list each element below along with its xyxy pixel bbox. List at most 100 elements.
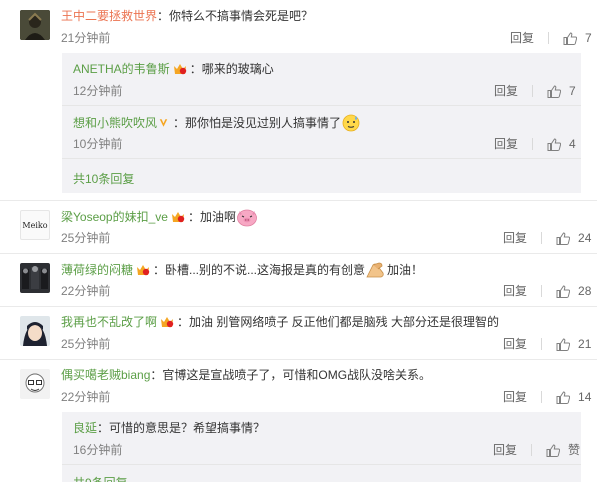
username-link[interactable]: 我再也不乱改了啊 bbox=[61, 315, 157, 329]
avatar-text: Meiko bbox=[22, 220, 48, 230]
reply-actions: 回复 4 bbox=[494, 136, 576, 152]
like-button[interactable]: 28 bbox=[556, 283, 591, 299]
like-button[interactable]: 21 bbox=[556, 336, 591, 352]
reply-divider bbox=[62, 158, 581, 159]
like-count: 4 bbox=[569, 137, 576, 151]
username-link[interactable]: 王中二要拯救世界 bbox=[61, 9, 157, 23]
like-button[interactable]: 24 bbox=[556, 230, 591, 246]
like-count: 7 bbox=[569, 84, 576, 98]
comment-line: 我再也不乱改了啊 ：加油 别管网络喷子 反正他们都是脑残 大部分还是很理智的 bbox=[61, 313, 499, 331]
action-divider bbox=[541, 391, 543, 403]
like-count: 7 bbox=[585, 31, 592, 45]
reply-text: ：那你怕是没见过别人搞事情了 bbox=[173, 116, 342, 130]
comment-actions: 回复 28 bbox=[503, 283, 591, 299]
comment-text: ：官博这是宣战喷子了，可惜和OMG战队没啥关系。 bbox=[150, 368, 432, 382]
like-button[interactable]: 7 bbox=[563, 30, 592, 46]
comment-actions: 回复 21 bbox=[503, 336, 591, 352]
like-label: 赞 bbox=[568, 443, 581, 457]
action-divider bbox=[532, 138, 534, 150]
more-replies-link[interactable]: 共9条回复 bbox=[73, 474, 128, 482]
comment-text: ：加油啊 bbox=[187, 210, 236, 224]
emoji-pig-icon bbox=[237, 209, 257, 227]
username-link[interactable]: ANETHA的韦鲁斯 bbox=[73, 62, 170, 76]
comment-text-extra: 加油！ bbox=[387, 263, 424, 277]
comment-actions: 回复 24 bbox=[503, 230, 591, 246]
username-link[interactable]: 偶买噶老贼biang bbox=[61, 368, 150, 382]
thumbs-up-icon bbox=[547, 84, 562, 98]
like-count: 24 bbox=[578, 231, 592, 245]
comment-item: Meiko 梁Yoseop的妹扣_ve ：加油啊 25分钟前 回复 24 bbox=[0, 200, 597, 253]
comment-text: ：你特么不搞事情会死是吧？ bbox=[157, 9, 314, 23]
avatar[interactable] bbox=[20, 316, 50, 346]
action-divider bbox=[541, 338, 543, 350]
reply-item: 想和小熊吹吹风 ：那你怕是没见过别人搞事情了 10分钟前 回复 4 bbox=[62, 106, 581, 158]
reply-item: ANETHA的韦鲁斯 ：哪来的玻璃心 12分钟前 回复 7 bbox=[62, 53, 581, 105]
comment-item: 我再也不乱改了啊 ：加油 别管网络喷子 反正他们都是脑残 大部分还是很理智的 25… bbox=[0, 306, 597, 359]
reply-actions: 回复 赞 bbox=[493, 442, 580, 458]
like-count: 14 bbox=[578, 390, 592, 404]
reply-actions: 回复 7 bbox=[494, 83, 576, 99]
like-button[interactable]: 14 bbox=[556, 389, 591, 405]
reply-button[interactable]: 回复 bbox=[503, 336, 527, 352]
reply-text: ：哪来的玻璃心 bbox=[189, 62, 274, 76]
avatar[interactable] bbox=[20, 10, 50, 40]
reply-button[interactable]: 回复 bbox=[503, 230, 527, 246]
reply-time: 16分钟前 bbox=[73, 443, 123, 457]
comment-time: 25分钟前 bbox=[61, 337, 111, 351]
thumbs-up-icon bbox=[546, 443, 561, 457]
comment-time: 21分钟前 bbox=[61, 31, 111, 45]
reply-thread: ANETHA的韦鲁斯 ：哪来的玻璃心 12分钟前 回复 7 想和小熊吹吹风 ：那你怕… bbox=[62, 53, 581, 193]
avatar[interactable] bbox=[20, 263, 50, 293]
reply-time: 10分钟前 bbox=[73, 137, 123, 151]
thumbs-up-icon bbox=[556, 390, 571, 404]
reply-button[interactable]: 回复 bbox=[503, 283, 527, 299]
reply-button[interactable]: 回复 bbox=[494, 136, 518, 152]
comment-line: 偶买噶老贼biang：官博这是宣战喷子了，可惜和OMG战队没啥关系。 bbox=[61, 366, 431, 384]
username-link[interactable]: 梁Yoseop的妹扣_ve bbox=[61, 210, 168, 224]
reply-line: 想和小熊吹吹风 ：那你怕是没见过别人搞事情了 bbox=[73, 113, 361, 133]
thumbs-up-icon bbox=[556, 284, 571, 298]
comment-line: 薄荷绿的闷糖 ：卧槽...别的不说...这海报是真的有创意 加油！ bbox=[61, 260, 423, 280]
comment-line: 梁Yoseop的妹扣_ve ：加油啊 bbox=[61, 207, 258, 227]
verified-v-icon bbox=[159, 119, 168, 127]
avatar[interactable]: Meiko bbox=[20, 210, 50, 240]
reply-time: 12分钟前 bbox=[73, 84, 123, 98]
like-button[interactable]: 赞 bbox=[546, 442, 580, 458]
reply-divider bbox=[62, 464, 581, 465]
reply-item: 良延：可惜的意思是？希望搞事情？ 16分钟前 回复 赞 bbox=[62, 412, 581, 464]
reply-line: ANETHA的韦鲁斯 ：哪来的玻璃心 bbox=[73, 60, 274, 78]
emoji-sweat-icon bbox=[342, 114, 360, 132]
action-divider bbox=[541, 232, 543, 244]
more-replies-link[interactable]: 共10条回复 bbox=[73, 170, 134, 187]
like-button[interactable]: 4 bbox=[547, 136, 576, 152]
thumbs-up-icon bbox=[556, 337, 571, 351]
action-divider bbox=[532, 85, 534, 97]
username-link[interactable]: 想和小熊吹吹风 bbox=[73, 116, 157, 130]
thumbs-up-icon bbox=[563, 31, 578, 45]
emoji-fist-icon bbox=[366, 262, 384, 278]
comment-item: 王中二要拯救世界：你特么不搞事情会死是吧？ 21分钟前 回复 7 ANETHA的… bbox=[0, 0, 597, 200]
reply-button[interactable]: 回复 bbox=[503, 389, 527, 405]
comment-line: 王中二要拯救世界：你特么不搞事情会死是吧？ bbox=[61, 7, 313, 25]
avatar-image-icon bbox=[20, 263, 50, 293]
username-link[interactable]: 薄荷绿的闷糖 bbox=[61, 263, 133, 277]
avatar-image-icon bbox=[20, 316, 50, 346]
like-count: 21 bbox=[578, 337, 592, 351]
like-count: 28 bbox=[578, 284, 592, 298]
avatar-image-icon bbox=[20, 369, 50, 399]
reply-text: ：可惜的意思是？希望搞事情？ bbox=[97, 421, 266, 435]
reply-button[interactable]: 回复 bbox=[494, 83, 518, 99]
member-badge-icon bbox=[137, 265, 150, 276]
username-link[interactable]: 良延 bbox=[73, 421, 97, 435]
avatar[interactable] bbox=[20, 369, 50, 399]
like-button[interactable]: 7 bbox=[547, 83, 576, 99]
reply-button[interactable]: 回复 bbox=[510, 30, 534, 46]
reply-button[interactable]: 回复 bbox=[493, 442, 517, 458]
thumbs-up-icon bbox=[556, 231, 571, 245]
comment-item: 偶买噶老贼biang：官博这是宣战喷子了，可惜和OMG战队没啥关系。 22分钟前… bbox=[0, 359, 597, 482]
action-divider bbox=[531, 444, 533, 456]
comment-text: ：卧槽...别的不说...这海报是真的有创意 bbox=[153, 263, 366, 277]
comment-item: 薄荷绿的闷糖 ：卧槽...别的不说...这海报是真的有创意 加油！ 22分钟前 回复… bbox=[0, 253, 597, 306]
reply-line: 良延：可惜的意思是？希望搞事情？ bbox=[73, 419, 265, 437]
comment-time: 22分钟前 bbox=[61, 390, 111, 404]
